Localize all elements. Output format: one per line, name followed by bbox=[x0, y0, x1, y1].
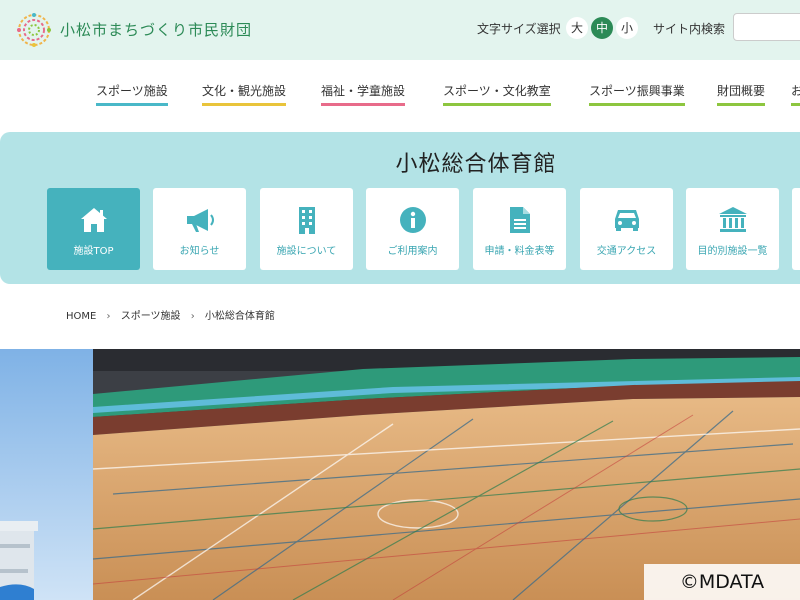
facility-title: 小松総合体育館 bbox=[395, 152, 557, 177]
breadcrumb: HOME › スポーツ施設 › 小松総合体育館 bbox=[66, 307, 275, 322]
nav-item-truncated[interactable]: お bbox=[791, 82, 800, 106]
building-icon bbox=[260, 206, 353, 236]
tab-label: お知らせ bbox=[179, 246, 220, 257]
font-size-large-button[interactable]: 大 bbox=[566, 17, 588, 39]
hero-side-image bbox=[0, 349, 93, 600]
facility-nav-panel: 小松総合体育館 施設TOP お知らせ 施設について ご利用案内 申請・料金表等 bbox=[0, 132, 800, 284]
car-icon bbox=[580, 206, 673, 236]
site-logo[interactable] bbox=[15, 11, 53, 49]
nav-label: スポーツ施設 bbox=[96, 84, 168, 98]
font-size-medium-button[interactable]: 中 bbox=[591, 17, 613, 39]
info-icon bbox=[366, 206, 459, 236]
nav-sports-facilities[interactable]: スポーツ施設 bbox=[96, 82, 168, 106]
font-size-small-button[interactable]: 小 bbox=[616, 17, 638, 39]
site-header: 小松市まちづくり市民財団 文字サイズ選択 大 中 小 サイト内検索 bbox=[0, 0, 800, 60]
global-nav: スポーツ施設 文化・観光施設 福祉・学童施設 スポーツ・文化教室 スポーツ振興事… bbox=[0, 60, 800, 132]
tab-news[interactable]: お知らせ bbox=[153, 188, 246, 270]
tab-facilities-by-purpose[interactable]: 目的別施設一覧 bbox=[686, 188, 779, 270]
tab-about-facility[interactable]: 施設について bbox=[260, 188, 353, 270]
font-size-label: 文字サイズ選択 bbox=[477, 22, 561, 36]
nav-label: スポーツ・文化教室 bbox=[443, 84, 551, 98]
tab-applications-fees[interactable]: 申請・料金表等 bbox=[473, 188, 566, 270]
chevron-right-icon: › bbox=[106, 311, 111, 322]
nav-label: 文化・観光施設 bbox=[202, 84, 287, 98]
nav-underline bbox=[96, 103, 168, 106]
megaphone-icon bbox=[153, 206, 246, 236]
nav-label: スポーツ振興事業 bbox=[589, 84, 685, 98]
hero-gymnasium-photo bbox=[93, 349, 800, 600]
nav-underline bbox=[717, 103, 766, 106]
tab-facility-top[interactable]: 施設TOP bbox=[47, 188, 140, 270]
home-icon bbox=[47, 206, 140, 236]
tab-label: 交通アクセス bbox=[596, 246, 657, 257]
nav-foundation-overview[interactable]: 財団概要 bbox=[717, 82, 766, 106]
nav-culture-tourism[interactable]: 文化・観光施設 bbox=[202, 82, 287, 106]
site-search-input[interactable] bbox=[733, 13, 800, 41]
tab-label: 申請・料金表等 bbox=[484, 246, 555, 257]
nav-welfare-afterschool[interactable]: 福祉・学童施設 bbox=[321, 82, 406, 106]
nav-label: 財団概要 bbox=[717, 84, 766, 98]
chevron-right-icon: › bbox=[190, 311, 195, 322]
tab-access[interactable]: 交通アクセス bbox=[580, 188, 673, 270]
document-icon bbox=[473, 206, 566, 236]
breadcrumb-home-link[interactable]: HOME bbox=[66, 311, 96, 322]
nav-underline bbox=[791, 103, 800, 106]
copyright-watermark: ©MDATA bbox=[644, 564, 800, 600]
institution-icon bbox=[686, 206, 779, 236]
tab-truncated[interactable] bbox=[792, 188, 800, 270]
nav-underline bbox=[589, 103, 685, 106]
nav-underline bbox=[202, 103, 287, 106]
site-search-label: サイト内検索 bbox=[653, 22, 726, 36]
nav-label: お bbox=[791, 84, 800, 98]
nav-classes[interactable]: スポーツ・文化教室 bbox=[443, 82, 551, 106]
tab-label: 施設TOP bbox=[73, 246, 114, 257]
nav-underline bbox=[443, 103, 551, 106]
tab-usage-guide[interactable]: ご利用案内 bbox=[366, 188, 459, 270]
nav-underline bbox=[321, 103, 406, 106]
tab-label: ご利用案内 bbox=[387, 246, 438, 257]
nav-sports-promotion[interactable]: スポーツ振興事業 bbox=[589, 82, 685, 106]
tab-label: 目的別施設一覧 bbox=[697, 246, 768, 257]
breadcrumb-sports-link[interactable]: スポーツ施設 bbox=[121, 307, 181, 322]
org-name[interactable]: 小松市まちづくり市民財団 bbox=[60, 19, 252, 40]
nav-label: 福祉・学童施設 bbox=[321, 84, 406, 98]
breadcrumb-current: 小松総合体育館 bbox=[204, 311, 275, 322]
tab-label: 施設について bbox=[276, 246, 337, 257]
